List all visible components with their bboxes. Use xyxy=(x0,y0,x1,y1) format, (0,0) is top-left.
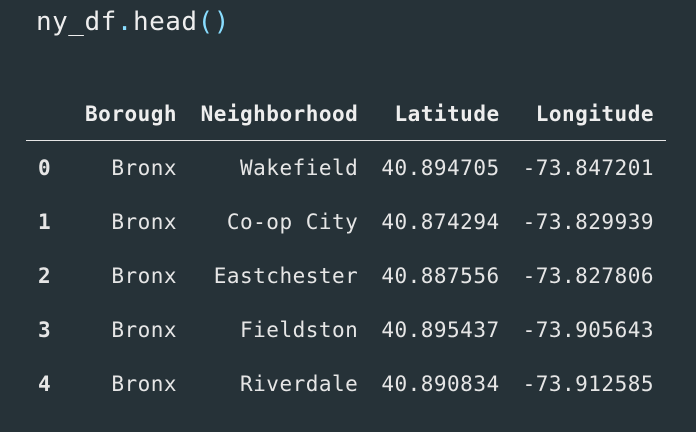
table-row: 2 Bronx Eastchester 40.887556 -73.827806 xyxy=(26,249,666,303)
code-method: head xyxy=(132,7,198,37)
cell-longitude: -73.912585 xyxy=(522,372,654,396)
cell-latitude: 40.890834 xyxy=(381,372,500,396)
cell-neighborhood: Eastchester xyxy=(213,264,359,288)
column-header-index xyxy=(26,88,85,141)
row-index: 3 xyxy=(38,318,52,342)
row-index: 4 xyxy=(38,372,52,396)
column-header-longitude: Longitude xyxy=(499,88,666,141)
code-variable: ny_df xyxy=(36,7,117,37)
code-input[interactable]: ny_df.head() xyxy=(36,6,230,38)
cell-longitude: -73.905643 xyxy=(522,318,654,342)
table-row: 0 Bronx Wakefield 40.894705 -73.847201 xyxy=(26,141,666,196)
dataframe-output: Borough Neighborhood Latitude Longitude … xyxy=(26,88,666,411)
row-index: 2 xyxy=(38,264,52,288)
cell-borough: Bronx xyxy=(111,156,178,180)
cell-borough: Bronx xyxy=(111,318,178,342)
cell-longitude: -73.847201 xyxy=(522,156,654,180)
column-header-borough: Borough xyxy=(84,88,178,141)
cell-latitude: 40.895437 xyxy=(381,318,500,342)
cell-neighborhood: Riverdale xyxy=(240,372,359,396)
row-index: 0 xyxy=(38,156,52,180)
cell-neighborhood: Co-op City xyxy=(226,210,359,234)
cell-latitude: 40.887556 xyxy=(381,264,500,288)
column-header-neighborhood: Neighborhood xyxy=(177,88,359,141)
cell-borough: Bronx xyxy=(111,372,178,396)
cell-borough: Bronx xyxy=(111,264,178,288)
table-row: 1 Bronx Co-op City 40.874294 -73.829939 xyxy=(26,195,666,249)
cell-latitude: 40.874294 xyxy=(381,210,500,234)
cell-borough: Bronx xyxy=(111,210,178,234)
cell-longitude: -73.827806 xyxy=(522,264,654,288)
table-row: 3 Bronx Fieldston 40.895437 -73.905643 xyxy=(26,303,666,357)
cell-neighborhood: Fieldston xyxy=(240,318,359,342)
table-row: 4 Bronx Riverdale 40.890834 -73.912585 xyxy=(26,357,666,411)
cell-neighborhood: Wakefield xyxy=(240,156,359,180)
row-index: 1 xyxy=(38,210,52,234)
cell-longitude: -73.829939 xyxy=(522,210,654,234)
table-header-row: Borough Neighborhood Latitude Longitude xyxy=(26,88,666,141)
code-parens: () xyxy=(197,7,230,37)
code-dot: . xyxy=(116,7,133,37)
cell-latitude: 40.894705 xyxy=(381,156,500,180)
column-header-latitude: Latitude xyxy=(358,88,500,141)
